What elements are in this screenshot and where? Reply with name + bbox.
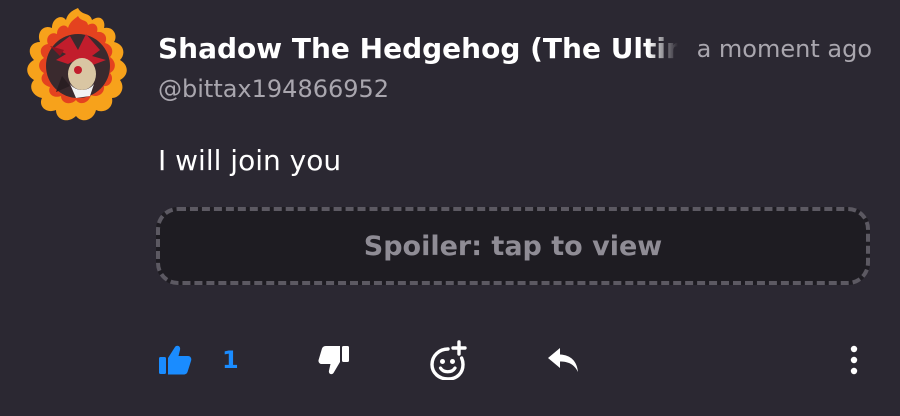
comment-text: I will join you xyxy=(158,144,342,177)
more-vertical-icon xyxy=(850,345,858,375)
avatar[interactable] xyxy=(20,6,136,128)
action-bar: 1 xyxy=(0,338,900,382)
timestamp: a moment ago xyxy=(696,35,872,63)
like-count: 1 xyxy=(222,346,239,374)
comment-card: Shadow The Hedgehog (The Ultimate Lifefo… xyxy=(0,0,900,416)
reply-button[interactable] xyxy=(546,338,580,382)
more-options-button[interactable] xyxy=(846,338,862,382)
add-reaction-button[interactable] xyxy=(430,338,468,382)
reply-icon xyxy=(548,348,578,372)
add-reaction-icon xyxy=(430,340,467,380)
user-handle[interactable]: @bittax194866952 xyxy=(158,72,389,106)
dislike-button[interactable] xyxy=(318,338,350,382)
thumbs-down-icon xyxy=(318,346,349,375)
like-button[interactable]: 1 xyxy=(158,338,239,382)
thumbs-up-icon xyxy=(159,345,192,375)
spoiler-label: Spoiler: tap to view xyxy=(363,230,663,262)
spoiler-button[interactable]: Spoiler: tap to view xyxy=(156,207,870,285)
display-name[interactable]: Shadow The Hedgehog (The Ultimate Lifefo… xyxy=(158,30,678,68)
